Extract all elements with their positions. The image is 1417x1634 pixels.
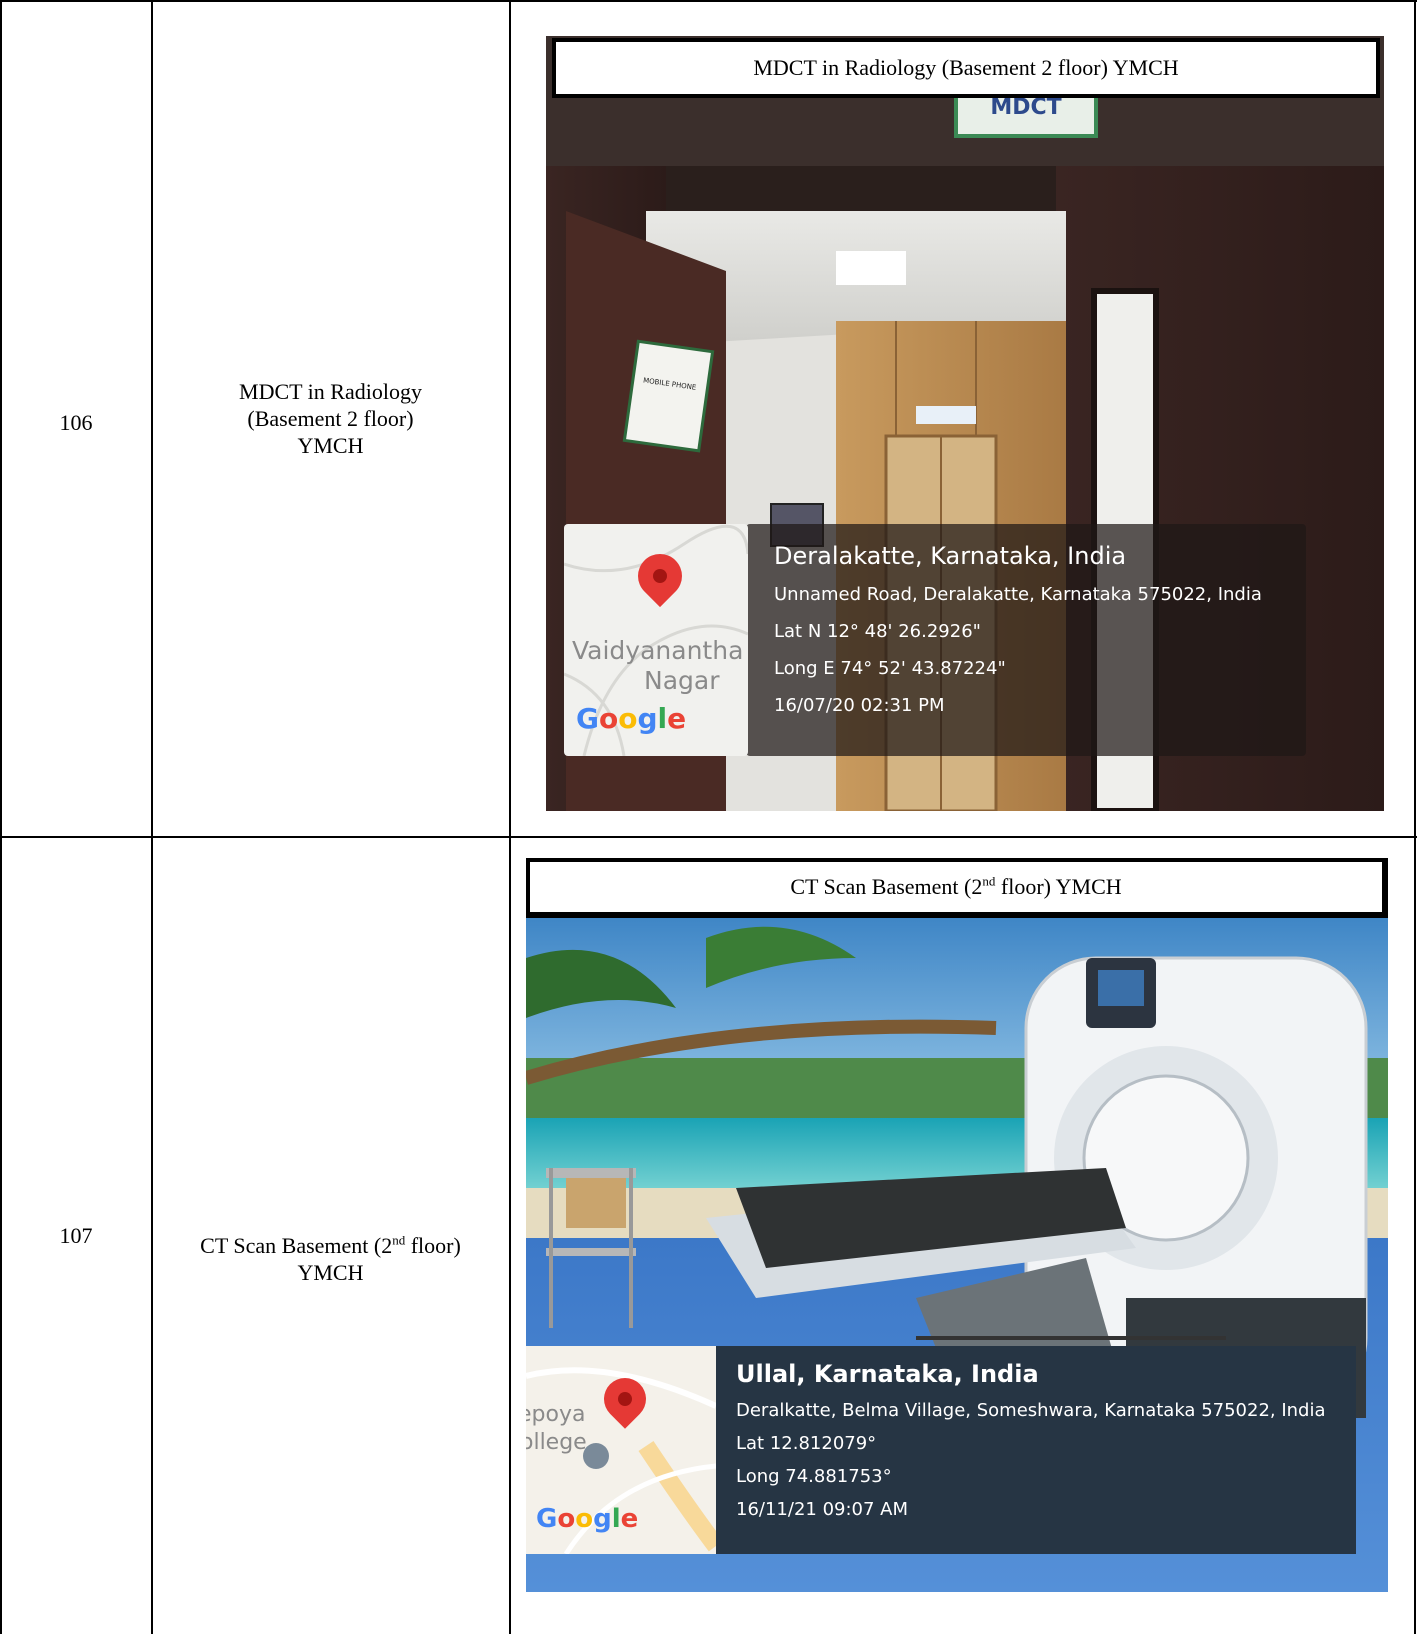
- photo-caption: MDCT in Radiology (Basement 2 floor) YMC…: [552, 38, 1380, 98]
- geotag-datetime: 16/11/21 09:07 AM: [736, 1499, 909, 1520]
- geotag-long: Long 74.881753°: [736, 1466, 892, 1487]
- table-row-divider: [0, 836, 1417, 838]
- location-map: epoya ollege Google: [526, 1346, 716, 1554]
- row-number: 107: [59, 1223, 93, 1248]
- row-description: MDCT in Radiology (Basement 2 floor) YMC…: [152, 378, 509, 459]
- geotag-lat: Lat N 12° 48' 26.2926": [774, 621, 981, 642]
- table-border-top: [0, 0, 1417, 2]
- map-label: Vaidyanantha: [572, 636, 744, 665]
- description-line: YMCH: [297, 433, 364, 458]
- table-column-divider-2: [509, 0, 511, 1634]
- geotag-lat: Lat 12.812079°: [736, 1433, 877, 1454]
- table-border-right: [1414, 0, 1416, 1634]
- geotag-datetime: 16/07/20 02:31 PM: [774, 695, 945, 716]
- table-column-divider-1: [151, 0, 153, 1634]
- map-label: ollege: [526, 1430, 587, 1455]
- map-pin-dot: [653, 569, 667, 583]
- geotag-text: Ullal, Karnataka, India Deralkatte, Belm…: [736, 1360, 1326, 1520]
- location-map: Vaidyanantha Nagar Google: [564, 524, 748, 756]
- geotag-address: Unnamed Road, Deralakatte, Karnataka 575…: [774, 584, 1262, 605]
- mdct-door-sign: MDCT: [990, 95, 1061, 120]
- description-line: (Basement 2 floor): [247, 406, 414, 431]
- map-pin-dot: [618, 1392, 632, 1406]
- google-logo: Google: [576, 702, 687, 735]
- map-label: Nagar: [644, 666, 720, 695]
- description-line: CT Scan Basement (2nd floor): [200, 1232, 461, 1258]
- geotag-place: Deralakatte, Karnataka, India: [774, 542, 1127, 570]
- geotag-text: Deralakatte, Karnataka, India Unnamed Ro…: [774, 542, 1262, 716]
- description-line: MDCT in Radiology: [239, 379, 422, 404]
- row-description: CT Scan Basement (2nd floor) YMCH: [152, 1232, 509, 1286]
- geotag-place: Ullal, Karnataka, India: [736, 1360, 1039, 1388]
- google-logo: Google: [536, 1504, 639, 1534]
- mdct-room-photo: MDCT MOBILE PHONE Vaidyanantha Nagar Goo…: [546, 36, 1384, 811]
- table-border-left: [0, 0, 2, 1634]
- ct-scan-room-photo: epoya ollege Google Ullal, Karnataka, In…: [526, 918, 1388, 1592]
- row-number: 106: [59, 410, 93, 435]
- photo-caption: CT Scan Basement (2nd floor) YMCH: [526, 858, 1388, 918]
- geotag-address: Deralkatte, Belma Village, Someshwara, K…: [736, 1400, 1326, 1421]
- map-label: epoya: [526, 1402, 586, 1427]
- description-line: YMCH: [297, 1260, 364, 1285]
- geotag-long: Long E 74° 52' 43.87224": [774, 658, 1006, 679]
